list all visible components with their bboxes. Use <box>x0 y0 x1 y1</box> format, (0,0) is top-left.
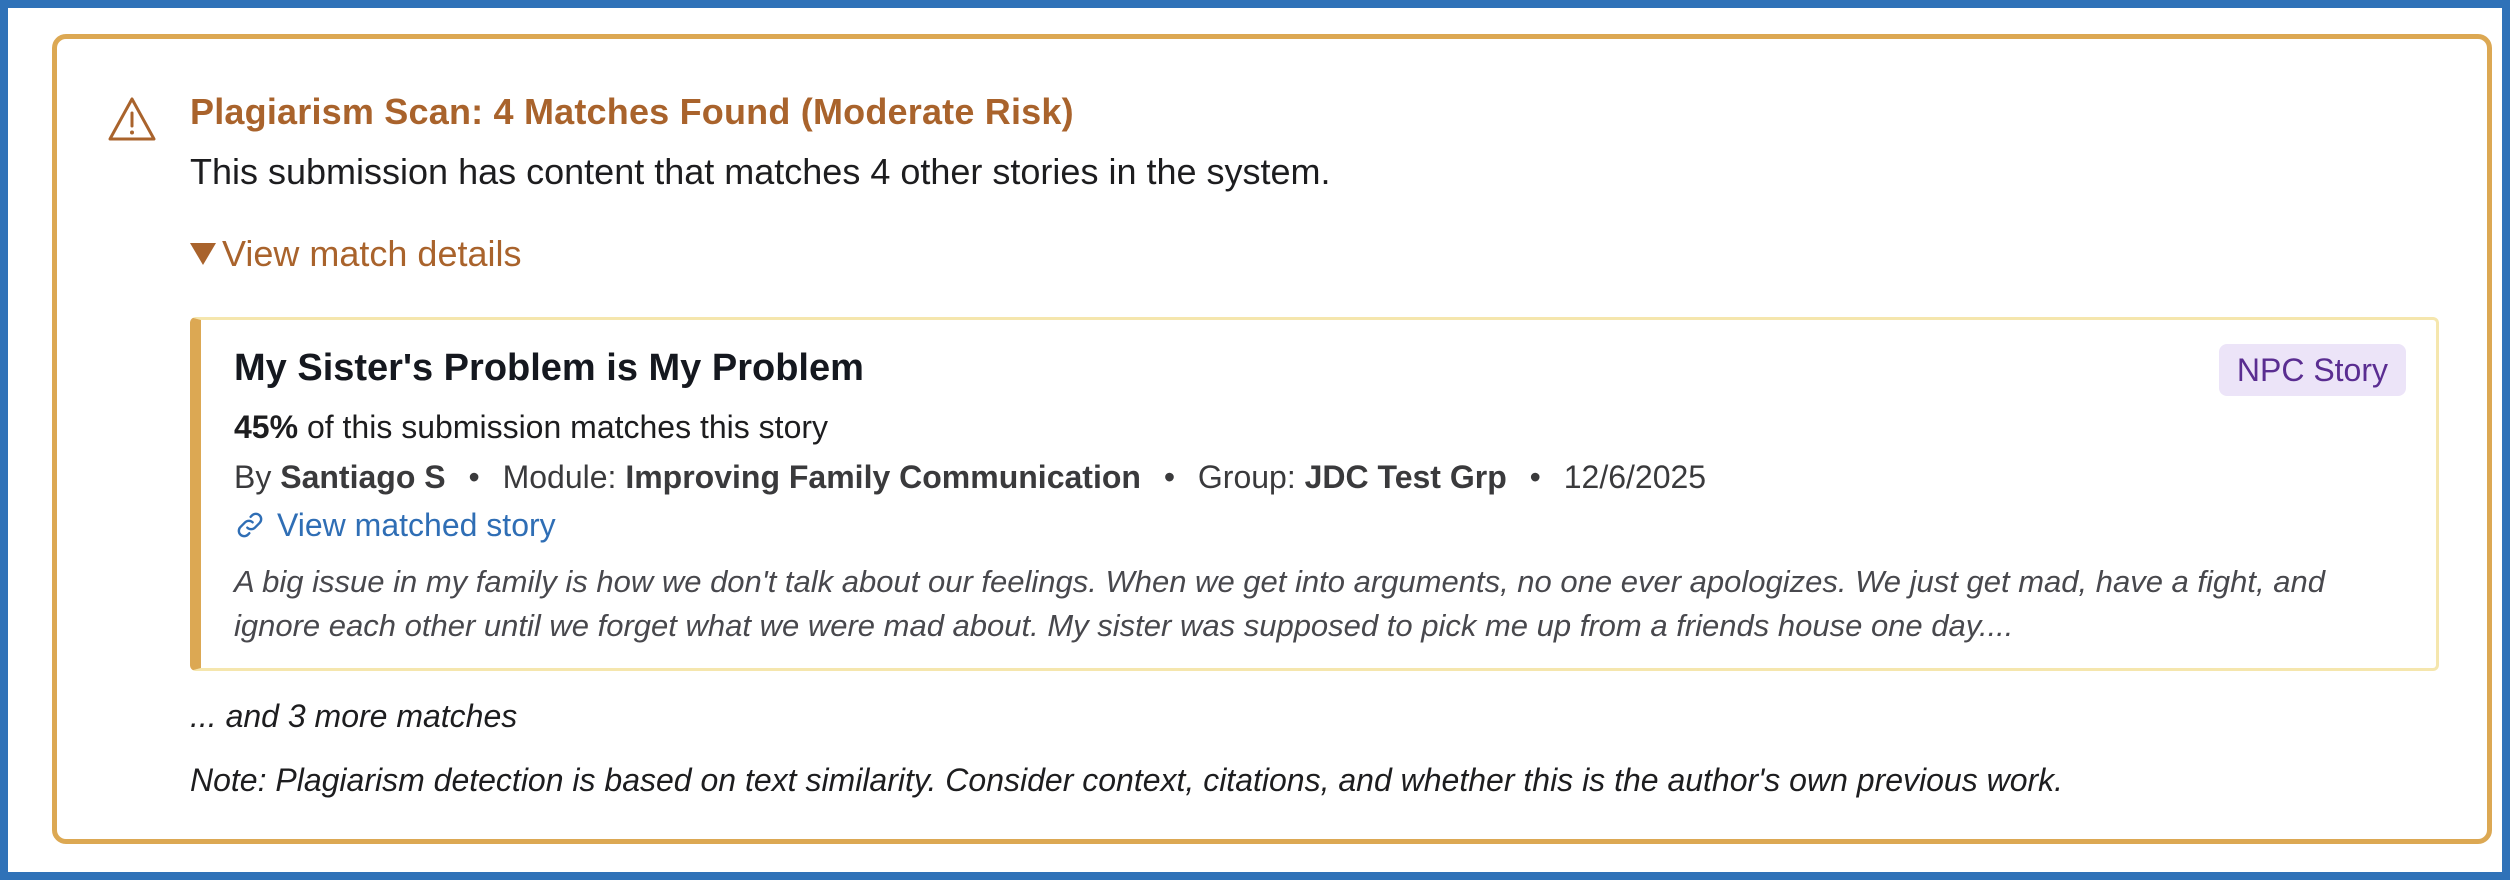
match-excerpt: A big issue in my family is how we don't… <box>234 564 2325 643</box>
alert-content: Plagiarism Scan: 4 Matches Found (Modera… <box>190 89 2441 801</box>
match-title: My Sister's Problem is My Problem <box>234 347 864 389</box>
match-author: Santiago S <box>280 459 446 495</box>
view-match-details-toggle[interactable]: View match details <box>190 231 2441 277</box>
view-match-details-label: View match details <box>222 233 522 274</box>
alert-subtitle: This submission has content that matches… <box>190 151 1331 192</box>
match-date: 12/6/2025 <box>1563 459 1707 495</box>
story-type-badge: NPC Story <box>2218 344 2406 396</box>
view-matched-story-link[interactable]: View matched story <box>234 504 2406 546</box>
match-percent-suffix: of this submission matches this story <box>306 409 829 445</box>
by-label: By <box>234 459 272 495</box>
link-icon <box>237 512 263 538</box>
plagiarism-alert: Plagiarism Scan: 4 Matches Found (Modera… <box>52 34 2492 844</box>
meta-separator: • <box>1163 459 1176 495</box>
match-percent-value: 45% <box>234 409 299 445</box>
page-frame: Plagiarism Scan: 4 Matches Found (Modera… <box>8 8 2502 872</box>
match-module: Improving Family Communication <box>625 459 1141 495</box>
alert-title: Plagiarism Scan: 4 Matches Found (Modera… <box>190 91 1074 132</box>
group-label: Group: <box>1197 459 1296 495</box>
triangle-down-icon <box>190 243 216 265</box>
match-meta: By Santiago S • Module: Improving Family… <box>234 456 2406 498</box>
match-percentage: 45% of this submission matches this stor… <box>234 406 2406 448</box>
match-group: JDC Test Grp <box>1304 459 1507 495</box>
meta-separator: • <box>1529 459 1541 495</box>
warning-triangle-icon <box>108 97 156 141</box>
plagiarism-note: Note: Plagiarism detection is based on t… <box>190 762 2064 798</box>
meta-separator: • <box>468 459 480 495</box>
match-card-body: My Sister's Problem is My Problem NPC St… <box>234 344 2406 648</box>
more-matches-text: ... and 3 more matches <box>190 698 518 734</box>
match-card: My Sister's Problem is My Problem NPC St… <box>190 317 2439 671</box>
module-label: Module: <box>502 459 617 495</box>
view-matched-story-label: View matched story <box>277 507 556 543</box>
